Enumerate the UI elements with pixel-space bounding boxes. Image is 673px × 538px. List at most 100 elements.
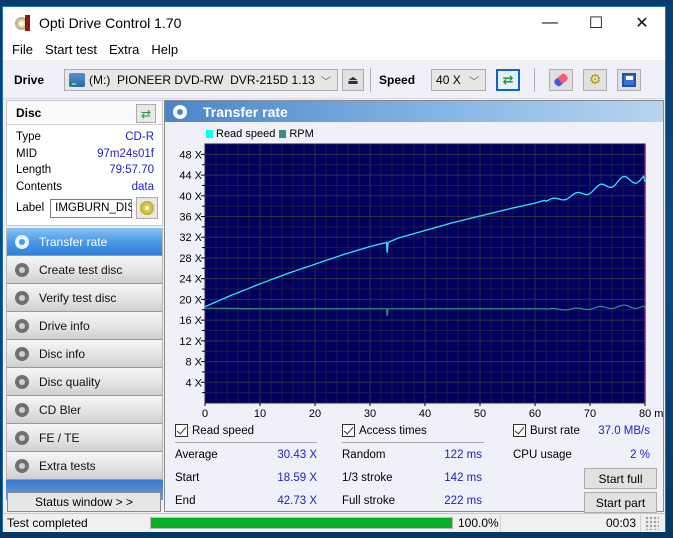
nav-transfer-rate[interactable]: Transfer rate (6, 228, 163, 256)
read-speed-checkbox[interactable]: Read speed (175, 424, 254, 437)
disc-contents-label: Contents (16, 180, 63, 193)
y-tick-label: 24 X (179, 274, 202, 286)
disc-type-label: Type (16, 131, 41, 144)
fe-te-icon (15, 430, 29, 445)
nav-label: Drive info (39, 318, 90, 333)
speed-select[interactable]: 40 X ﹀ (431, 68, 487, 91)
transfer-rate-icon (173, 104, 187, 119)
burst-rate-label: Burst rate (530, 424, 580, 437)
burst-rate-value: 37.0 MB/s (598, 425, 650, 437)
legend-label: RPM (289, 128, 314, 140)
disc-length-label: Length (16, 164, 52, 177)
start-full-button[interactable]: Start full (584, 468, 657, 489)
end-value: 42.73 X (277, 495, 317, 507)
cpu-usage-value: 2 % (630, 449, 650, 461)
legend-read-speed: Read speed (206, 128, 275, 140)
disc-row-length: Length 79:57.70 (7, 162, 162, 179)
disc-info-icon (15, 346, 29, 361)
resize-grip-icon[interactable] (645, 516, 659, 530)
access-times-checkbox[interactable]: Access times (342, 424, 427, 437)
disc-info-box: Disc ⇄ Type CD-R MID 97m24s01f Length 79… (6, 100, 163, 226)
random-value: 122 ms (444, 449, 482, 461)
start-label: Start (175, 472, 200, 484)
erase-button[interactable] (549, 68, 574, 91)
disc-length-value: 79:57.70 (109, 164, 154, 177)
cd-bler-icon (15, 402, 29, 417)
settings-button[interactable]: ⚙ (583, 68, 608, 91)
divider (175, 442, 317, 443)
disc-label-input[interactable]: IMGBURN_DIS (50, 198, 133, 218)
status-bar: Test completed 100.0% 00:03 (3, 513, 665, 532)
minimize-button[interactable]: — (527, 7, 573, 38)
start-value: 18.59 X (277, 472, 317, 484)
menu-file[interactable]: File (12, 42, 33, 57)
speed-select-value: 40 X (436, 72, 461, 87)
nav-disc-quality[interactable]: Disc quality (6, 368, 163, 396)
legend-rpm: RPM (279, 128, 314, 140)
read-speed-label: Read speed (192, 424, 255, 437)
app-icon (15, 14, 31, 31)
y-tick-label: 20 X (179, 294, 202, 306)
menu-bar: File Start test Extra Help (3, 38, 665, 60)
save-icon (622, 72, 637, 87)
disc-refresh-button[interactable]: ⇄ (136, 104, 156, 123)
test-nav: Transfer rate Create test disc Verify te… (6, 228, 163, 500)
x-tick-label: 50 (474, 408, 486, 417)
disc-mid-value: 97m24s01f (97, 147, 154, 160)
nav-label: Verify test disc (39, 290, 117, 305)
extra-tests-icon (15, 458, 29, 473)
save-button[interactable] (617, 68, 642, 91)
divider (342, 442, 484, 443)
close-button[interactable]: ✕ (619, 7, 665, 38)
full-stroke-value: 222 ms (444, 495, 482, 507)
y-tick-label: 8 X (185, 357, 202, 369)
menu-start-test[interactable]: Start test (45, 42, 97, 57)
disc-row-type: Type CD-R (7, 129, 162, 146)
refresh-drive-icon: ⇄ (502, 71, 514, 87)
maximize-button[interactable]: ☐ (573, 7, 619, 38)
eject-button[interactable]: ⏏ (342, 68, 365, 91)
drive-icon (69, 72, 86, 87)
panel-title: Transfer rate (203, 103, 288, 120)
drive-select[interactable]: (M:) PIONEER DVD-RW DVR-215D 1.13 ﹀ (64, 68, 339, 91)
nav-label: Disc quality (39, 374, 101, 389)
disc-label-button[interactable] (136, 197, 159, 219)
nav-disc-info[interactable]: Disc info (6, 340, 163, 368)
disc-label-row: Label IMGBURN_DIS (7, 197, 162, 219)
status-window-button[interactable]: Status window > > (7, 492, 161, 512)
burst-rate-checkbox[interactable]: Burst rate (513, 424, 580, 437)
menu-help[interactable]: Help (151, 42, 178, 57)
nav-label: Disc info (39, 346, 86, 361)
y-tick-label: 48 X (179, 149, 202, 161)
y-tick-label: 40 X (179, 191, 202, 203)
x-tick-label: 20 (309, 408, 321, 417)
menu-extra[interactable]: Extra (109, 42, 139, 57)
nav-label: Extra tests (39, 458, 96, 473)
end-label: End (175, 495, 196, 507)
nav-extra-tests[interactable]: Extra tests (6, 452, 163, 480)
start-part-button[interactable]: Start part (584, 492, 657, 513)
average-value: 30.43 X (277, 449, 317, 461)
x-tick-label: 40 (419, 408, 431, 417)
toolbar-divider (534, 67, 536, 92)
refresh-drive-button[interactable]: ⇄ (496, 68, 521, 91)
nav-verify-test-disc[interactable]: Verify test disc (6, 284, 163, 312)
transfer-rate-chart: 4 X 8 X 12 X 16 X 20 X 24 X 28 X 32 X 36 X 40 X 44… (179, 143, 663, 417)
nav-fe-te[interactable]: FE / TE (6, 424, 163, 452)
nav-drive-info[interactable]: Drive info (6, 312, 163, 340)
stats-panel: Read speed Average 30.43 X Start 18.59 X… (165, 417, 663, 513)
transfer-rate-icon (15, 234, 29, 249)
refresh-icon: ⇄ (140, 106, 152, 121)
nav-label: Transfer rate (39, 234, 108, 249)
speed-label: Speed (379, 72, 416, 87)
cpu-usage-label: CPU usage (513, 449, 572, 461)
access-times-label: Access times (359, 424, 427, 437)
x-tick-label: 30 (364, 408, 376, 417)
nav-cd-bler[interactable]: CD Bler (6, 396, 163, 424)
chart-legend: Read speed RPM (206, 128, 318, 140)
nav-create-test-disc[interactable]: Create test disc (6, 256, 163, 284)
y-tick-label: 16 X (179, 315, 202, 327)
checkbox-checked-icon (513, 424, 526, 437)
disc-contents-value: data (131, 180, 154, 193)
y-tick-label: 12 X (179, 336, 202, 348)
